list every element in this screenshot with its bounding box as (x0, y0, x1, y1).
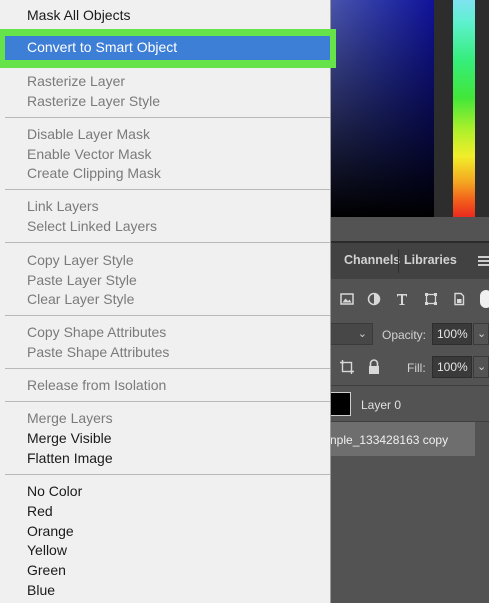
chevron-down-icon: ⌄ (357, 328, 367, 340)
color-panel-bottom (330, 217, 489, 241)
tab-channels[interactable]: Channels (344, 253, 400, 267)
menu-item-release-from-isolation[interactable]: Release from Isolation (27, 377, 166, 394)
menu-item-red[interactable]: Red (27, 503, 53, 520)
menu-item-yellow[interactable]: Yellow (27, 542, 67, 559)
opacity-dropdown[interactable]: ⌄ (473, 323, 489, 345)
tab-divider (398, 249, 399, 273)
menu-separator (5, 474, 330, 475)
opacity-input[interactable]: 100% (432, 323, 472, 345)
blend-mode-select[interactable]: ⌄ (330, 323, 373, 345)
menu-item-green[interactable]: Green (27, 562, 66, 579)
opacity-label: Opacity: (382, 328, 427, 342)
layer-row-selected[interactable]: nple_133428163 copy (330, 422, 475, 456)
chevron-down-icon: ⌄ (477, 328, 487, 340)
menu-item-paste-shape-attributes[interactable]: Paste Shape Attributes (27, 344, 169, 361)
panel-tabs: Channels Libraries (330, 243, 489, 279)
menu-item-select-linked-layers[interactable]: Select Linked Layers (27, 218, 157, 235)
filter-toggle[interactable] (480, 290, 489, 308)
menu-separator (5, 242, 330, 243)
layers-list-empty-area (330, 456, 489, 603)
menu-item-create-clipping-mask[interactable]: Create Clipping Mask (27, 165, 161, 182)
fill-dropdown[interactable]: ⌄ (473, 356, 489, 378)
menu-item-blue[interactable]: Blue (27, 582, 55, 599)
menu-item-rasterize-layer-style[interactable]: Rasterize Layer Style (27, 93, 160, 110)
layer-context-menu: Mask All Objects Convert to Smart Object… (0, 0, 336, 603)
lock-all-icon[interactable] (367, 359, 381, 375)
menu-item-copy-layer-style[interactable]: Copy Layer Style (27, 252, 134, 269)
adjustment-filter-icon[interactable] (367, 292, 381, 306)
menu-item-orange[interactable]: Orange (27, 523, 74, 540)
menu-item-disable-layer-mask[interactable]: Disable Layer Mask (27, 126, 150, 143)
menu-item-no-color[interactable]: No Color (27, 483, 82, 500)
hue-strip-gutter (434, 0, 453, 217)
menu-item-link-layers[interactable]: Link Layers (27, 198, 99, 215)
menu-separator (5, 315, 330, 316)
layer-filter-bar (330, 279, 489, 317)
lock-row: Fill: 100% ⌄ (330, 351, 489, 385)
fill-label: Fill: (407, 361, 426, 375)
image-filter-icon[interactable] (340, 292, 354, 306)
color-picker-field[interactable] (330, 0, 434, 217)
menu-item-copy-shape-attributes[interactable]: Copy Shape Attributes (27, 324, 166, 341)
blend-mode-row: ⌄ Opacity: 100% ⌄ (330, 317, 489, 351)
menu-item-mask-all-objects[interactable]: Mask All Objects (27, 7, 130, 24)
menu-item-rasterize-layer[interactable]: Rasterize Layer (27, 73, 125, 90)
menu-item-convert-to-smart-object[interactable]: Convert to Smart Object (27, 39, 177, 56)
chevron-down-icon: ⌄ (477, 361, 487, 373)
tab-libraries[interactable]: Libraries (404, 253, 457, 267)
menu-item-enable-vector-mask[interactable]: Enable Vector Mask (27, 146, 152, 163)
shape-filter-icon[interactable] (424, 292, 438, 306)
fill-input[interactable]: 100% (432, 356, 472, 378)
menu-separator (5, 401, 330, 402)
menu-item-merge-visible[interactable]: Merge Visible (27, 430, 112, 447)
lock-artboard-icon[interactable] (339, 359, 355, 375)
hue-slider[interactable] (453, 0, 475, 217)
hue-strip-gutter-right (475, 0, 489, 217)
menu-item-flatten-image[interactable]: Flatten Image (27, 450, 113, 467)
smart-object-filter-icon[interactable] (452, 292, 466, 306)
menu-separator (5, 189, 330, 190)
menu-item-clear-layer-style[interactable]: Clear Layer Style (27, 291, 134, 308)
layer-name[interactable]: nple_133428163 copy (330, 433, 448, 447)
layer-thumbnail (330, 392, 351, 416)
menu-item-merge-layers[interactable]: Merge Layers (27, 410, 113, 427)
menu-separator (5, 117, 330, 118)
menu-item-paste-layer-style[interactable]: Paste Layer Style (27, 272, 137, 289)
layer-name[interactable]: Layer 0 (361, 398, 401, 412)
menu-separator (5, 368, 330, 369)
layer-row[interactable]: Layer 0 (330, 386, 489, 422)
type-filter-icon[interactable] (395, 292, 409, 306)
panel-menu-icon[interactable] (478, 256, 489, 266)
